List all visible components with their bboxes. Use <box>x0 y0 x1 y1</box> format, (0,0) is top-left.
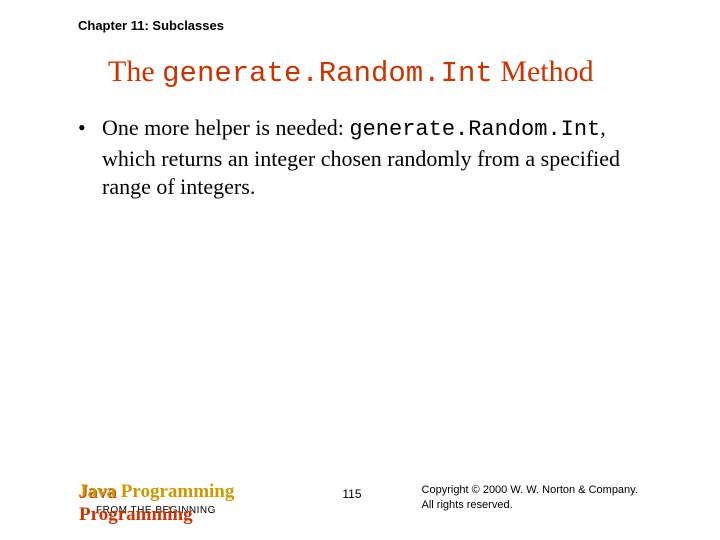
book-title-front: Java Programming <box>78 481 234 502</box>
copyright: Copyright © 2000 W. W. Norton & Company.… <box>422 481 638 513</box>
title-code: generate.Random.Int <box>162 57 493 90</box>
book-title: Java Programming Java Programming <box>78 481 234 503</box>
bullet-marker: • <box>78 114 102 202</box>
page-number: 115 <box>342 481 361 501</box>
bullet-part1: One more helper is needed: <box>102 115 349 140</box>
chapter-header: Chapter 11: Subclasses <box>0 0 720 33</box>
footer: Java Programming Java Programming FROM T… <box>0 481 720 516</box>
book-title-block: Java Programming Java Programming FROM T… <box>78 481 234 516</box>
title-prefix: The <box>108 55 162 88</box>
copyright-line2: All rights reserved. <box>422 498 638 513</box>
bullet-text: One more helper is needed: generate.Rand… <box>102 114 642 202</box>
bullet-list: • One more helper is needed: generate.Ra… <box>0 90 720 202</box>
list-item: • One more helper is needed: generate.Ra… <box>78 114 642 202</box>
slide-title: The generate.Random.Int Method <box>0 33 720 90</box>
bullet-code: generate.Random.Int <box>349 117 600 142</box>
copyright-line1: Copyright © 2000 W. W. Norton & Company. <box>422 483 638 498</box>
title-suffix: Method <box>493 55 594 88</box>
